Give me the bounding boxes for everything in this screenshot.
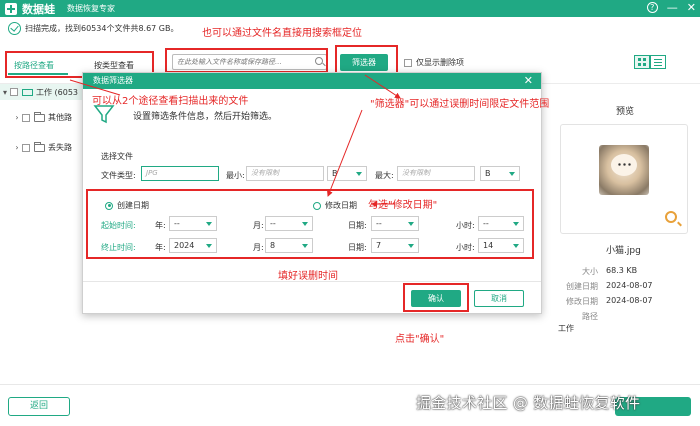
check-circle-icon [8,22,21,35]
footer-divider [0,384,700,385]
annotation-filter: "筛选器"可以通过误删时间限定文件范围 [370,99,550,110]
scan-status-text: 扫描完成，找到60534个文件共8.67 GB。 [25,24,179,33]
logo-text: 数据蛙 [22,2,55,16]
preview-card [560,124,688,234]
tree-checkbox[interactable] [22,143,30,152]
annotation-click-ok: 点击"确认" [395,334,445,345]
tree-item-label: 其他路 [48,113,72,122]
annotation-modified: 勾选"修改日期" [368,200,438,211]
annotation-box-date [86,189,534,259]
tree-item-label: 丢失路 [48,143,72,152]
annotation-box-search [165,48,328,73]
only-deleted-label: 仅显示删除项 [416,58,464,67]
tree-checkbox[interactable] [10,88,18,96]
min-unit-select[interactable]: B [327,166,367,181]
annotation-two-ways: 可以从2个途径查看扫描出来的文件 [92,96,249,107]
close-icon[interactable]: ✕ [687,1,696,14]
zoom-icon[interactable] [665,211,677,223]
window-controls: ? — ✕ [646,1,696,14]
back-button[interactable]: 返回 [8,397,70,416]
app-subtitle: 数据恢复专家 [67,4,115,13]
dialog-close-icon[interactable]: ✕ [524,73,533,89]
cancel-button[interactable]: 取消 [474,290,524,307]
minimize-icon[interactable]: — [667,1,678,14]
app-logo: 数据蛙 [5,1,55,17]
tree-item-label: 工作 (6053 [36,87,79,97]
meta-modified: 修改日期 2024-08-07 [566,296,653,306]
meta-size: 大小 68.3 KB [582,266,638,276]
title-bar: 数据蛙 数据恢复专家 ? — ✕ [0,0,700,17]
list-icon [654,58,662,66]
grid-view-button[interactable] [634,55,650,69]
meta-path-value: 工作 [558,324,574,333]
max-size-label: 最大: [375,171,394,180]
only-deleted-checkbox[interactable] [404,58,412,67]
meta-created: 创建日期 2024-08-07 [566,281,653,291]
tree-checkbox[interactable] [22,113,30,122]
meta-path: 路径 [582,312,598,321]
file-type-label: 文件类型: [101,171,136,180]
annotation-search: 也可以通过文件名直接用搜索框定位 [202,28,362,39]
chevron-right-icon[interactable]: › [12,143,22,152]
min-size-input[interactable]: 没有限制 [246,166,324,181]
view-toggle [634,55,666,69]
folder-icon [34,141,45,152]
max-size-input[interactable]: 没有限制 [397,166,475,181]
preview-file-name: 小猫.jpg [606,246,641,256]
max-unit-select[interactable]: B [480,166,520,181]
tree-item-lost[interactable]: › 丢失路 [12,141,72,153]
tree-item-other[interactable]: › 其他路 [12,111,72,123]
preview-title: 预览 [616,107,635,117]
dialog-header: 数据筛选器 ✕ [83,73,541,89]
min-size-label: 最小: [226,171,245,180]
scan-status: 扫描完成，找到60534个文件共8.67 GB。 [8,22,179,35]
annotation-box-confirm [403,283,469,312]
kitten-thumbnail [599,145,649,195]
drive-icon [22,88,33,96]
chevron-down-icon [356,172,362,176]
only-deleted-toggle[interactable]: 仅显示删除项 [404,57,464,68]
logo-icon [5,2,17,15]
folder-icon [34,111,45,122]
list-view-button[interactable] [650,55,666,69]
chevron-down-icon[interactable]: ▾ [0,88,10,97]
chevron-down-icon [509,172,515,176]
annotation-fill-time: 填好误删时间 [278,271,338,282]
annotation-box-filter [335,45,398,75]
file-type-input[interactable]: JPG [141,166,219,181]
tree-item-work[interactable]: ▾ 工作 (6053 [0,84,82,100]
grid-icon [638,58,646,66]
section-label: 选择文件 [101,152,133,161]
dialog-subtitle: 设置筛选条件信息，然后开始筛选。 [133,112,278,122]
chevron-right-icon[interactable]: › [12,113,22,122]
help-icon[interactable]: ? [646,2,658,13]
watermark: 掘金技术社区 @ 数据蛙恢复软件 [416,394,641,412]
dialog-title: 数据筛选器 [93,76,133,85]
